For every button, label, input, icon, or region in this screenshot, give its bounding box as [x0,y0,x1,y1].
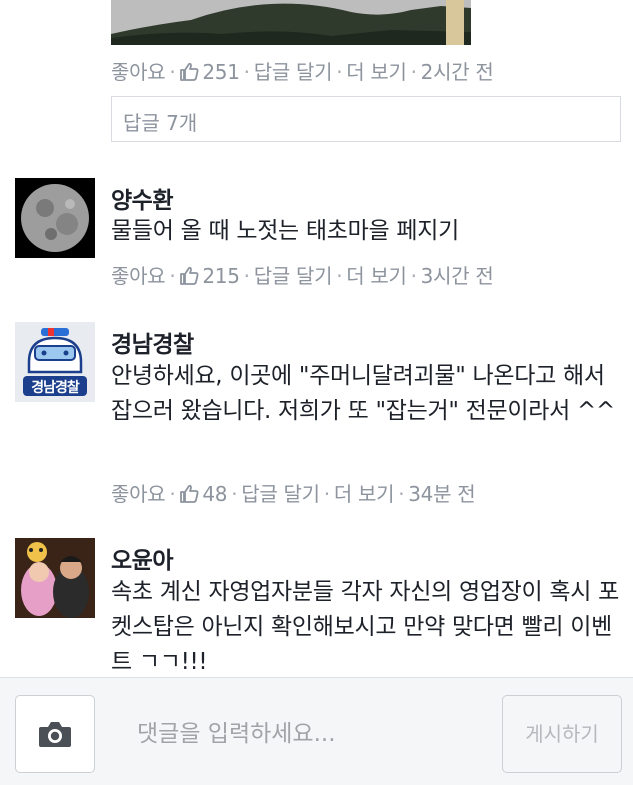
avatar[interactable]: 경남경찰 [15,322,95,402]
comment-author[interactable]: 경남경찰 [111,325,194,359]
like-link[interactable]: 좋아요 [111,482,166,506]
post-button[interactable]: 게시하기 [502,695,622,773]
post-image[interactable] [111,0,471,45]
thumbs-up-icon [179,62,199,87]
like-link[interactable]: 좋아요 [111,60,166,84]
camera-button[interactable] [15,695,95,773]
like-link[interactable]: 좋아요 [111,264,166,288]
avatar[interactable] [15,178,95,258]
more-link[interactable]: 더 보기 [346,264,407,288]
like-count: 251 [202,60,240,84]
reply-link[interactable]: 답글 달기 [241,482,320,506]
avatar-label: 경남경찰 [31,380,80,396]
comment-meta: 좋아요 · 215 · 답글 달기 · 더 보기 · 3시간 전 [111,260,494,291]
like-count: 215 [202,264,240,288]
comment-input-bar: 게시하기 [0,677,633,785]
view-replies-button[interactable]: 답글 7개 [111,96,621,142]
reply-link[interactable]: 답글 달기 [254,264,333,288]
avatar[interactable] [15,538,95,618]
reply-link[interactable]: 답글 달기 [254,60,333,84]
like-count: 48 [202,482,228,506]
comment-meta: 좋아요 · 251 · 답글 달기 · 더 보기 · 2시간 전 [111,56,494,87]
thumbs-up-icon [179,484,199,509]
comment-author[interactable]: 오윤아 [111,541,173,575]
comment-author[interactable]: 양수환 [111,181,173,215]
more-link[interactable]: 더 보기 [346,60,407,84]
timestamp: 3시간 전 [420,264,494,288]
timestamp: 2시간 전 [420,60,494,84]
comment-text: 속초 계신 자영업자분들 각자 자신의 영업장이 혹시 포켓스탑은 아닌지 확인… [111,579,619,675]
comment-text: 물들어 올 때 노젓는 태초마을 페지기 [111,218,459,244]
comment-meta: 좋아요 · 48 · 답글 달기 · 더 보기 · 34분 전 [111,478,476,509]
comment-input[interactable] [115,695,485,773]
comment-text: 안녕하세요, 이곳에 "주머니달려괴물" 나온다고 해서 잡으러 왔습니다. 저… [111,363,615,424]
timestamp: 34분 전 [408,482,476,506]
more-link[interactable]: 더 보기 [334,482,395,506]
thumbs-up-icon [179,266,199,291]
